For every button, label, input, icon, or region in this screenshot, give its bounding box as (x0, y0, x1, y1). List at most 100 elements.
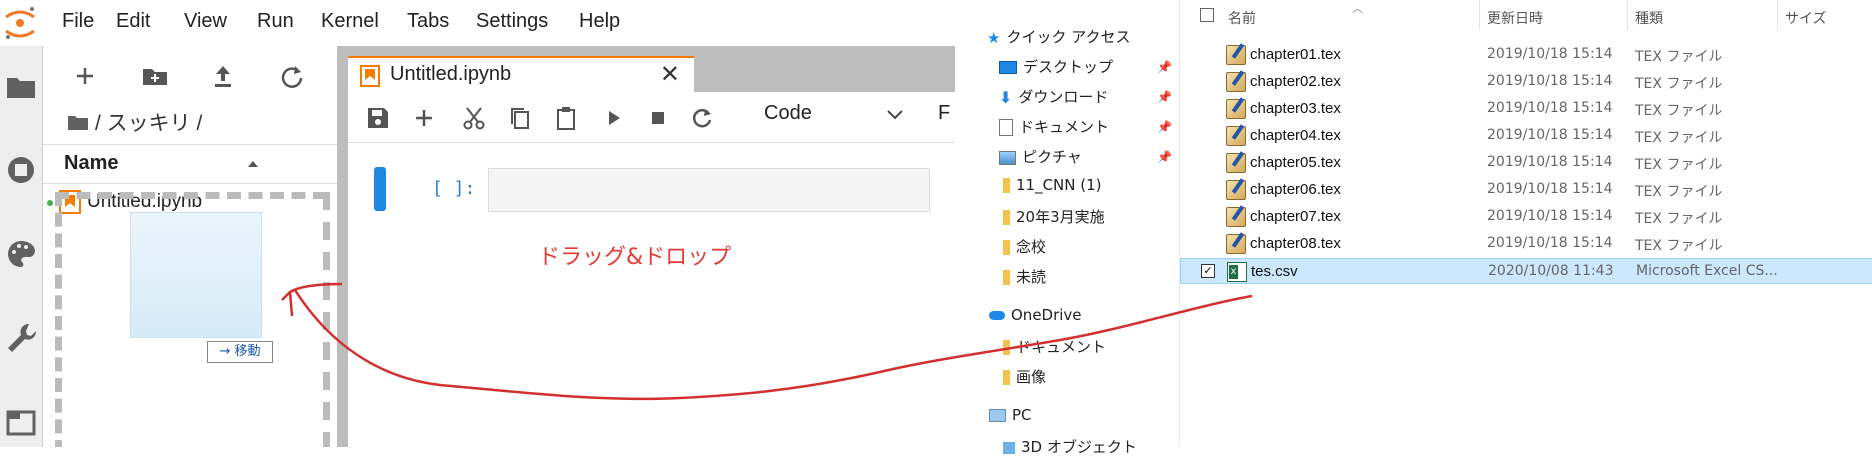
menu-edit[interactable]: Edit (116, 10, 150, 33)
nav-desktop[interactable]: デスクトップ (999, 56, 1113, 77)
nav-documents-label: ドキュメント (1019, 118, 1110, 136)
column-divider[interactable] (1777, 0, 1778, 30)
pin-icon[interactable]: 📌 (1157, 120, 1172, 134)
pin-icon[interactable]: 📌 (1157, 60, 1172, 74)
paste-icon[interactable] (552, 104, 580, 132)
nav-folder-2[interactable]: 20年3月実施 (1003, 206, 1105, 227)
file-type: TEX ファイル (1635, 103, 1723, 119)
nav-onedrive-images[interactable]: 画像 (1003, 366, 1046, 387)
file-row[interactable]: chapter03.tex 2019/10/18 15:14 TEX ファイル (1180, 96, 1872, 122)
excel-csv-icon: x (1227, 262, 1247, 282)
save-icon[interactable] (364, 104, 392, 132)
name-column-header[interactable]: Name (43, 144, 337, 184)
new-folder-icon[interactable] (139, 60, 171, 92)
file-row[interactable]: chapter05.tex 2019/10/18 15:14 TEX ファイル (1180, 150, 1872, 176)
nav-desktop-label: デスクトップ (1023, 58, 1114, 76)
wrench-icon[interactable] (3, 320, 39, 356)
folder-icon (1003, 340, 1010, 355)
nav-folder-3[interactable]: 念校 (1003, 236, 1046, 257)
file-row[interactable]: chapter01.tex 2019/10/18 15:14 TEX ファイル (1180, 42, 1872, 68)
nav-quick-access[interactable]: ★ クイック アクセス (987, 26, 1130, 47)
menu-kernel[interactable]: Kernel (321, 10, 379, 33)
pin-icon[interactable]: 📌 (1157, 90, 1172, 104)
file-modified: 2019/10/18 15:14 (1487, 46, 1613, 62)
menu-file[interactable]: File (62, 10, 94, 33)
file-name[interactable]: chapter05.tex (1250, 154, 1341, 171)
download-arrow-icon: ⬇ (999, 88, 1013, 107)
nav-pc[interactable]: PC (989, 406, 1032, 424)
nav-folder-1[interactable]: 11_CNN (1) (1003, 176, 1102, 194)
column-divider[interactable] (1627, 0, 1628, 30)
nav-onedrive-documents-label: ドキュメント (1016, 338, 1107, 356)
file-name[interactable]: chapter03.tex (1250, 100, 1341, 117)
upload-icon[interactable] (207, 60, 239, 92)
row-checkbox[interactable]: ✓ (1201, 264, 1215, 278)
file-modified: 2019/10/18 15:14 (1487, 235, 1613, 251)
restart-icon[interactable] (688, 104, 716, 132)
menu-settings[interactable]: Settings (476, 10, 548, 33)
sort-ascending-icon[interactable] (247, 159, 259, 169)
menu-run[interactable]: Run (257, 10, 294, 33)
stop-icon[interactable] (644, 104, 672, 132)
file-type: TEX ファイル (1635, 157, 1723, 173)
file-row[interactable]: chapter07.tex 2019/10/18 15:14 TEX ファイル (1180, 204, 1872, 230)
refresh-icon[interactable] (275, 60, 307, 92)
home-folder-icon[interactable] (67, 113, 89, 131)
breadcrumb-path[interactable]: / スッキリ / (95, 107, 202, 137)
file-name[interactable]: chapter08.tex (1250, 235, 1341, 252)
run-icon[interactable] (600, 104, 628, 132)
file-name[interactable]: chapter07.tex (1250, 208, 1341, 225)
tabs-icon[interactable] (3, 404, 39, 440)
file-row[interactable]: chapter04.tex 2019/10/18 15:14 TEX ファイル (1180, 123, 1872, 149)
cut-icon[interactable] (460, 104, 488, 132)
menu-view[interactable]: View (184, 10, 227, 33)
star-icon: ★ (987, 28, 1001, 47)
code-cell-input[interactable] (488, 168, 930, 212)
breadcrumb[interactable]: / スッキリ / (67, 107, 202, 137)
nav-pictures[interactable]: ピクチャ (999, 146, 1082, 167)
file-modified: 2019/10/18 15:14 (1487, 100, 1613, 116)
nav-downloads[interactable]: ⬇ ダウンロード (999, 86, 1108, 107)
nav-documents[interactable]: ドキュメント (999, 116, 1109, 137)
nav-pictures-label: ピクチャ (1022, 148, 1082, 166)
file-name[interactable]: chapter06.tex (1250, 181, 1341, 198)
file-name[interactable]: chapter04.tex (1250, 127, 1341, 144)
select-all-checkbox[interactable] (1200, 8, 1214, 22)
nav-onedrive-documents[interactable]: ドキュメント (1003, 336, 1106, 357)
menu-tabs[interactable]: Tabs (407, 10, 449, 33)
file-row[interactable]: chapter06.tex 2019/10/18 15:14 TEX ファイル (1180, 177, 1872, 203)
column-modified[interactable]: 更新日時 (1487, 8, 1543, 28)
insert-cell-icon[interactable] (410, 104, 438, 132)
picture-icon (999, 150, 1016, 165)
file-modified: 2019/10/18 15:14 (1487, 208, 1613, 224)
palette-icon[interactable] (3, 236, 39, 272)
column-divider[interactable] (1479, 0, 1480, 30)
file-row[interactable]: ✓ x tes.csv 2020/10/08 11:43 Microsoft Excel… (1180, 258, 1872, 284)
file-modified: 2019/10/18 15:14 (1487, 181, 1613, 197)
file-name[interactable]: chapter02.tex (1250, 73, 1341, 90)
copy-icon[interactable] (506, 104, 534, 132)
panel-splitter[interactable] (337, 46, 348, 447)
running-stop-icon[interactable] (3, 152, 39, 188)
chevron-down-icon[interactable] (886, 108, 904, 122)
pin-icon[interactable]: 📌 (1157, 150, 1172, 164)
nav-onedrive-label: OneDrive (1011, 306, 1082, 324)
menu-help[interactable]: Help (579, 10, 620, 33)
file-name[interactable]: chapter01.tex (1250, 46, 1341, 63)
folder-icon[interactable] (3, 68, 39, 104)
column-name[interactable]: 名前 (1228, 8, 1256, 28)
file-row[interactable]: chapter08.tex 2019/10/18 15:14 TEX ファイル (1180, 231, 1872, 257)
file-name[interactable]: tes.csv (1251, 263, 1298, 280)
column-type[interactable]: 種類 (1635, 8, 1663, 28)
nav-folder-4[interactable]: 未読 (1003, 266, 1046, 287)
file-row[interactable]: chapter02.tex 2019/10/18 15:14 TEX ファイル (1180, 69, 1872, 95)
cell-type-select[interactable]: Code (764, 102, 812, 125)
nav-onedrive[interactable]: OneDrive (989, 306, 1082, 324)
folder-icon (1003, 210, 1010, 225)
close-icon[interactable]: ✕ (660, 60, 680, 88)
new-launcher-icon[interactable] (69, 60, 101, 92)
tex-file-icon (1226, 178, 1246, 200)
column-size[interactable]: サイズ (1785, 8, 1827, 28)
jupyter-logo-icon[interactable] (2, 3, 38, 43)
tab-untitled[interactable]: Untitled.ipynb ✕ (348, 56, 694, 92)
